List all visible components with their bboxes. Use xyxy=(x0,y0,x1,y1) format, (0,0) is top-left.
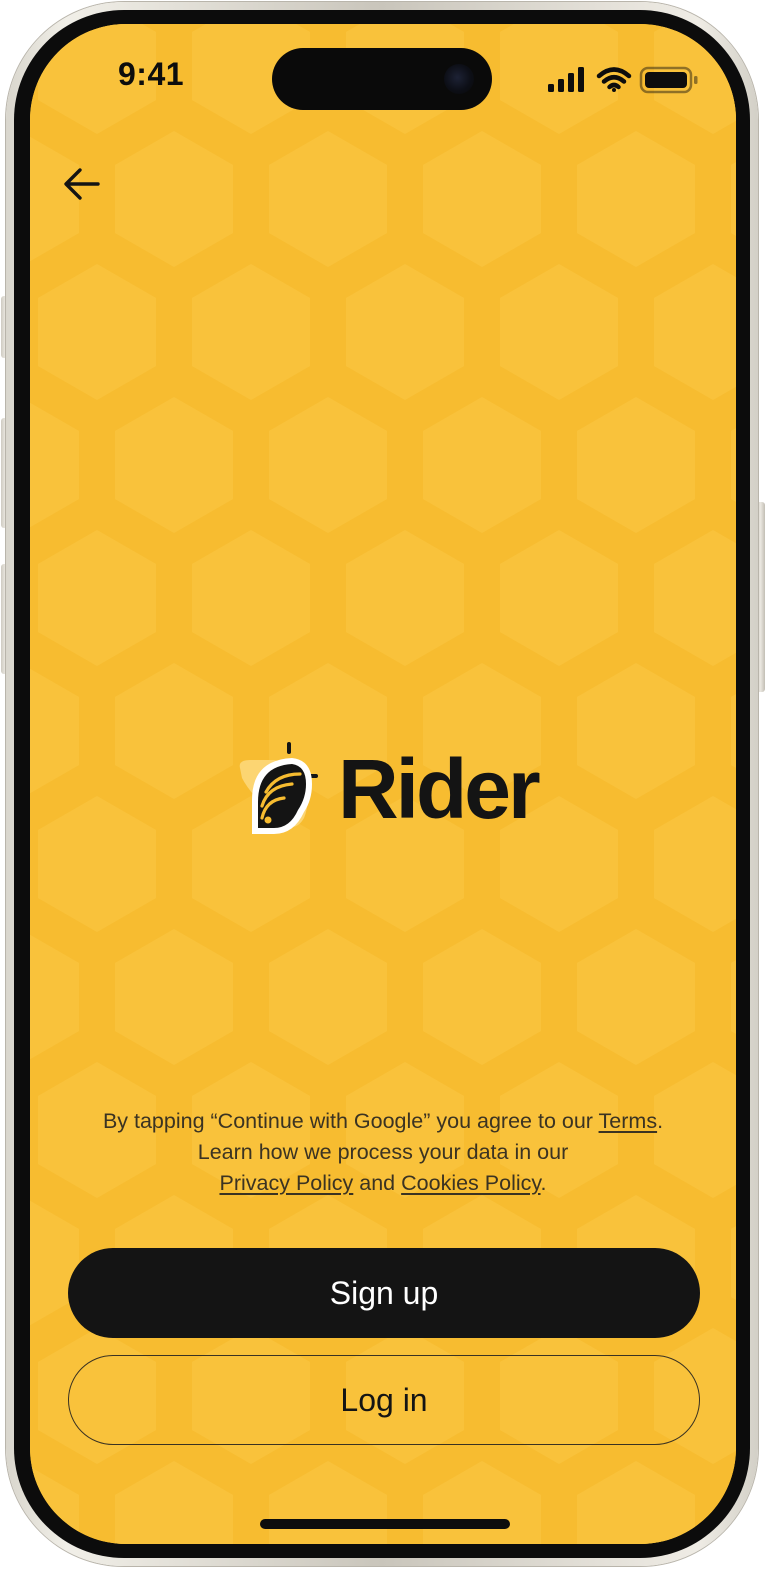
status-time: 9:41 xyxy=(118,56,185,92)
legal-line1-prefix: By tapping “Continue with Google” you ag… xyxy=(102,1109,599,1133)
log-in-label: Log in xyxy=(340,1381,428,1418)
brand-name: Rider xyxy=(338,742,541,836)
front-camera xyxy=(444,64,474,94)
privacy-policy-link[interactable]: Privacy Policy xyxy=(219,1171,353,1195)
rider-bee-logo-icon xyxy=(239,742,318,834)
battery-icon xyxy=(639,66,698,94)
phone-mockup: 9:41 Rider By tapping “Continue with Goo… xyxy=(0,0,766,1570)
legal-line1-suffix: . xyxy=(657,1109,664,1133)
legal-and-text: and xyxy=(353,1171,402,1195)
terms-link[interactable]: Terms xyxy=(599,1109,658,1133)
wifi-icon xyxy=(596,67,632,92)
sign-up-button[interactable]: Sign up xyxy=(68,1248,700,1338)
brand-logo: Rider xyxy=(234,740,544,840)
signal-icon xyxy=(548,67,584,92)
log-in-button[interactable]: Log in xyxy=(68,1355,700,1445)
dynamic-island xyxy=(272,48,492,110)
home-indicator[interactable] xyxy=(260,1519,510,1529)
status-icons xyxy=(548,66,698,94)
app-screen: 9:41 Rider By tapping “Continue with Goo… xyxy=(30,24,736,1544)
cookies-policy-link[interactable]: Cookies Policy xyxy=(401,1171,540,1195)
legal-line3-suffix: . xyxy=(540,1171,547,1195)
legal-line2: Learn how we process your data in our xyxy=(197,1140,569,1164)
sign-up-label: Sign up xyxy=(329,1274,439,1311)
arrow-left-icon[interactable] xyxy=(56,160,108,212)
legal-notice: By tapping “Continue with Google” you ag… xyxy=(70,1106,696,1199)
